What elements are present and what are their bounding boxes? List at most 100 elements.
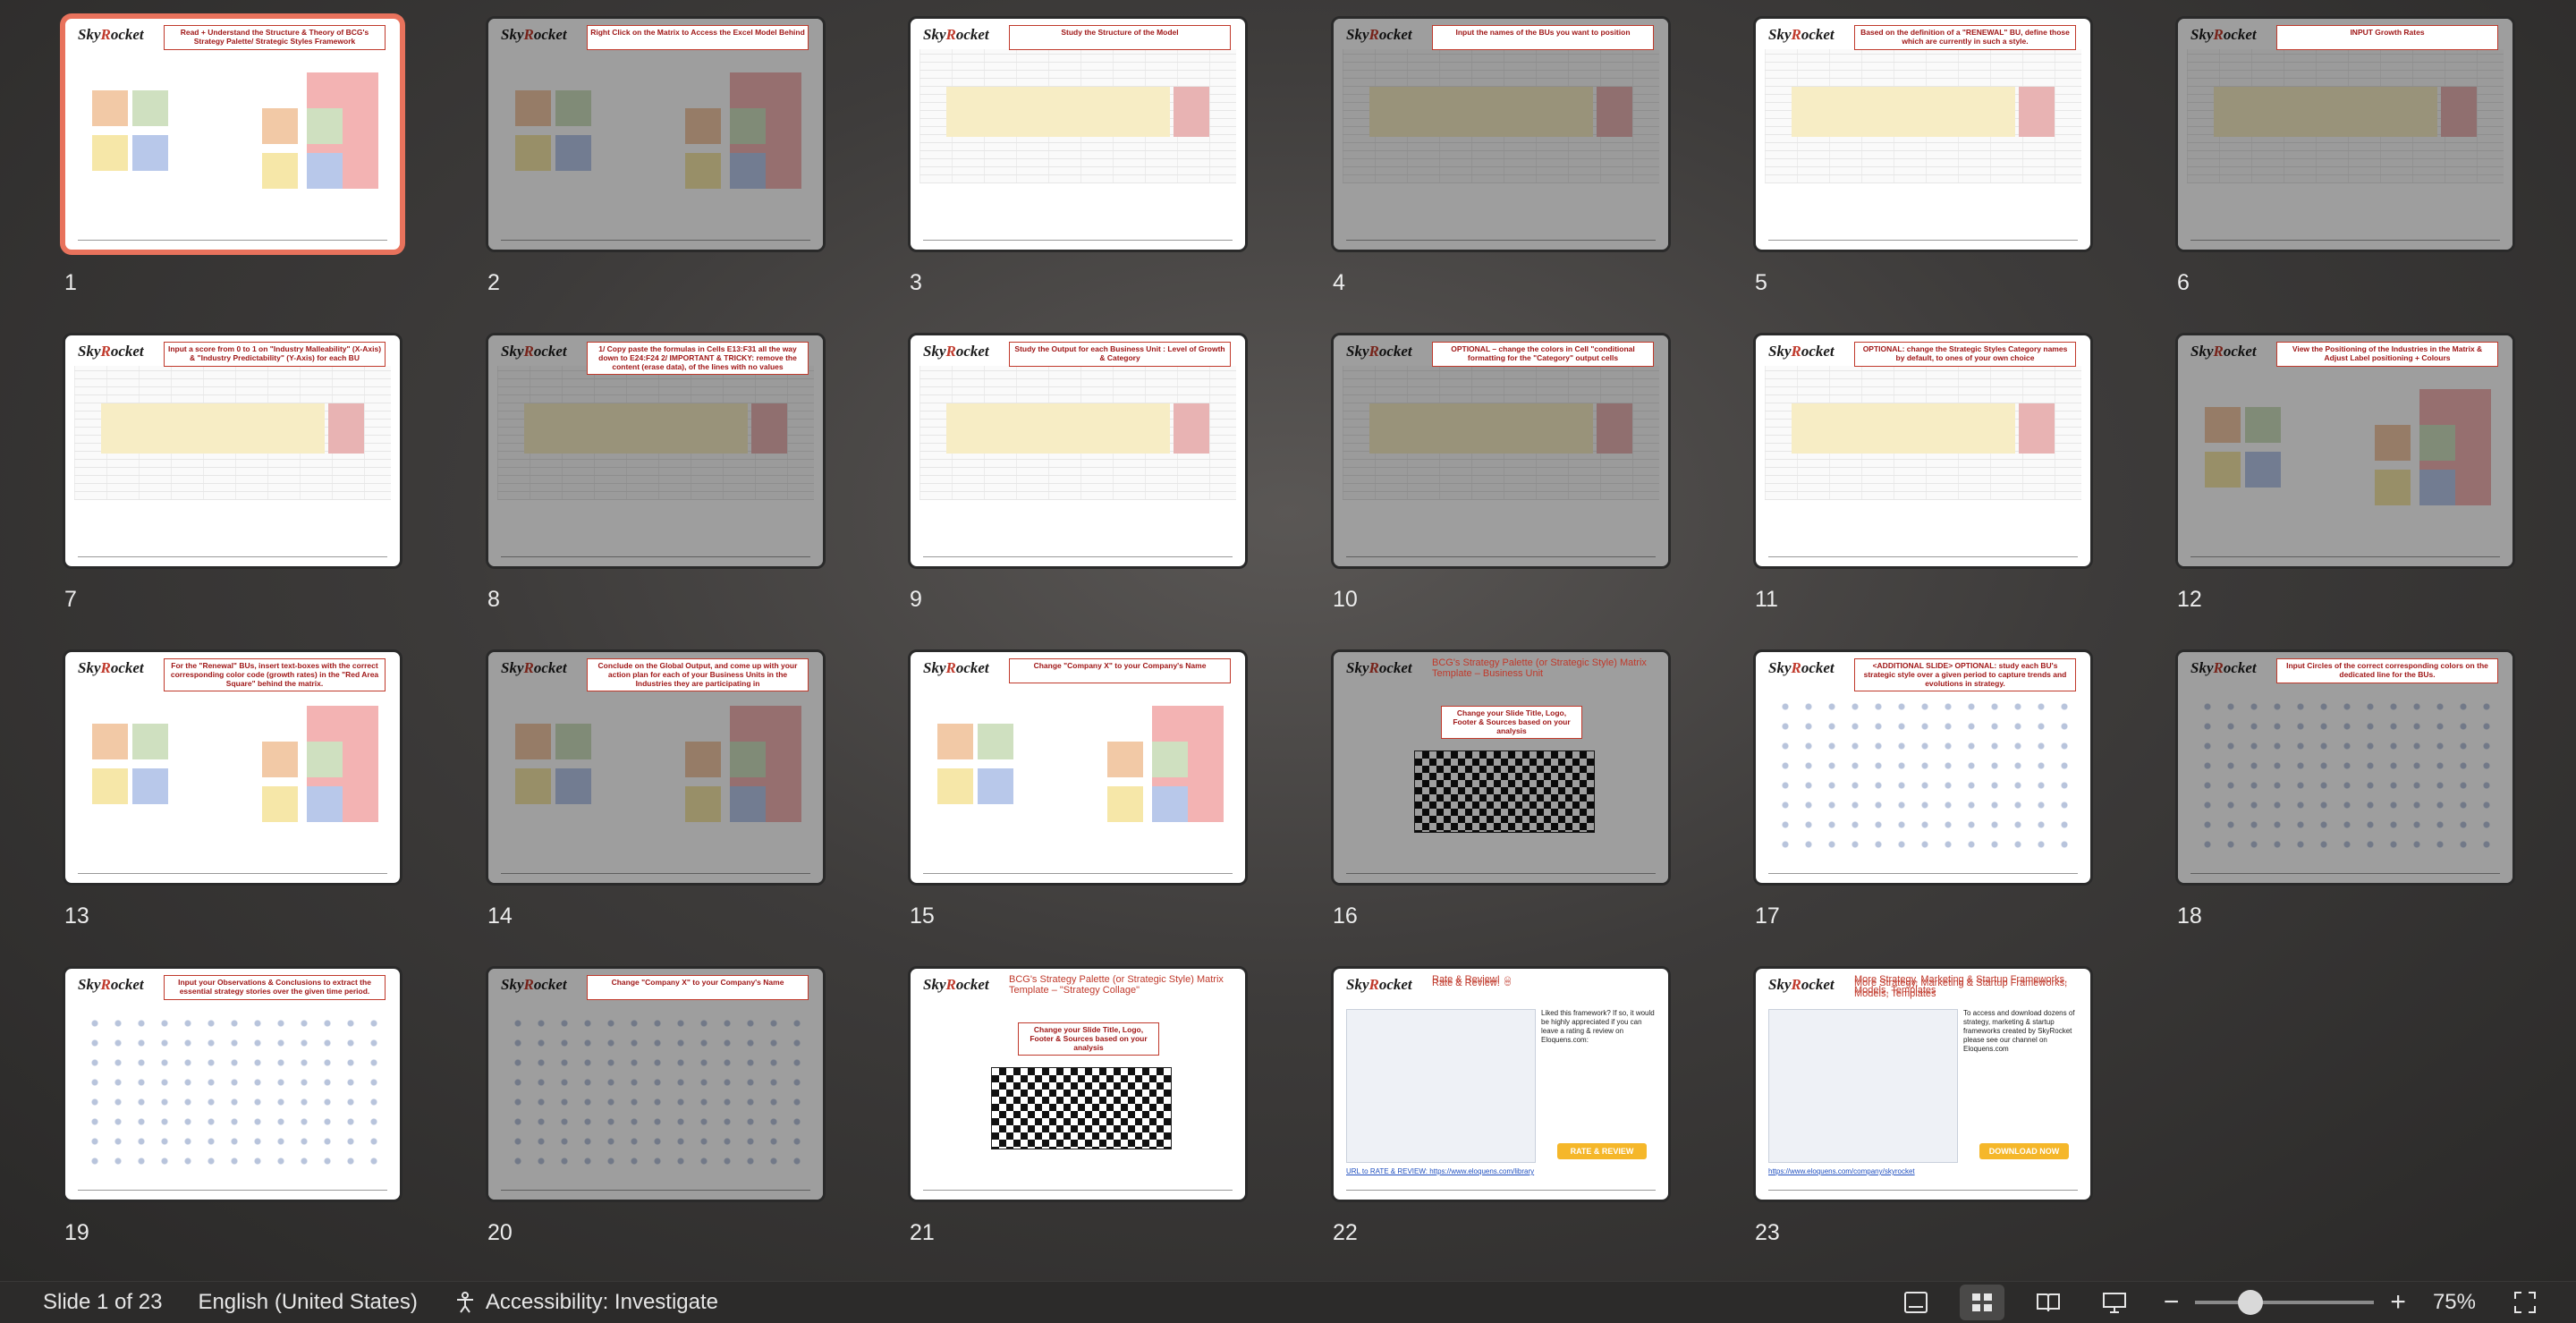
reading-view-button[interactable] [2026, 1285, 2071, 1320]
slide-thumbnail[interactable]: SkyRocket Conclude on the Global Output, … [486, 649, 826, 886]
slide-thumbnail[interactable]: SkyRocket Change "Company X" to your Comp… [908, 649, 1248, 886]
slide-link[interactable]: URL to RATE & REVIEW: https://www.eloque… [1346, 1167, 1561, 1175]
slide-thumbnail[interactable]: SkyRocket Study the Structure of the Mode… [908, 16, 1248, 252]
slide-thumbnail-tile[interactable]: SkyRocket BCG's Strategy Palette (or Stra… [908, 966, 1248, 1246]
slide-thumbnail[interactable]: SkyRocket Input the names of the BUs you … [1331, 16, 1671, 252]
slide-thumbnail-tile[interactable]: SkyRocket Right Click on the Matrix to Ac… [486, 16, 826, 296]
matrix-quadrant [937, 768, 973, 804]
output-column [1174, 403, 1209, 454]
slide-thumbnail-tile[interactable]: SkyRocket Rate & Review! ☺ Rate & Review! … [1331, 966, 1671, 1246]
slide-thumbnail-tile[interactable]: SkyRocket <ADDITIONAL SLIDE> OPTIONAL: st… [1753, 649, 2093, 929]
matrix-quadrant [2419, 425, 2455, 461]
slide-thumbnail[interactable]: SkyRocket Rate & Review! ☺ Rate & Review! … [1331, 966, 1671, 1202]
slide-thumbnail-tile[interactable]: SkyRocket Study the Structure of the Mode… [908, 16, 1248, 296]
cta-button[interactable]: DOWNLOAD NOW [1979, 1143, 2069, 1159]
slide-thumbnail[interactable]: SkyRocket BCG's Strategy Palette (or Stra… [1331, 649, 1671, 886]
slide-thumbnail-tile[interactable]: SkyRocket More Strategy, Marketing & Star… [1753, 966, 2093, 1246]
slide-number: 10 [1333, 587, 1358, 612]
slide-thumbnail-tile[interactable]: SkyRocket OPTIONAL: change the Strategic … [1753, 333, 2093, 613]
slide-thumbnail[interactable]: SkyRocket <ADDITIONAL SLIDE> OPTIONAL: st… [1753, 649, 2093, 886]
matrix-quadrant [2419, 470, 2455, 505]
notes-view-button[interactable] [1894, 1285, 1938, 1320]
slide-show-button[interactable] [2092, 1285, 2137, 1320]
matrix-quadrant [685, 108, 721, 144]
slide-thumbnail[interactable]: SkyRocket For the "Renewal" BUs, insert t… [63, 649, 402, 886]
slide-thumbnail-tile[interactable]: SkyRocket Change "Company X" to your Comp… [908, 649, 1248, 929]
matrix-quadrant [92, 724, 128, 759]
slide-thumbnail-tile[interactable]: SkyRocket Change "Company X" to your Comp… [486, 966, 826, 1246]
slide-thumbnail-tile[interactable]: SkyRocket Input the names of the BUs you … [1331, 16, 1671, 296]
instruction-callout: Based on the definition of a "RENEWAL" B… [1854, 25, 2076, 50]
slide-thumbnail-tile[interactable]: SkyRocket Input Circles of the correct co… [2175, 649, 2515, 929]
slide-thumbnail[interactable]: SkyRocket BCG's Strategy Palette (or Stra… [908, 966, 1248, 1202]
slide-thumbnail[interactable]: SkyRocket Input a score from 0 to 1 on "I… [63, 333, 402, 569]
language-indicator[interactable]: English (United States) [198, 1290, 417, 1315]
slide-indicator[interactable]: Slide 1 of 23 [43, 1290, 162, 1315]
slide-thumbnail[interactable]: SkyRocket Input Circles of the correct co… [2175, 649, 2515, 886]
matrix-quadrant [2375, 470, 2411, 505]
excel-sheet-preview [1765, 49, 2081, 183]
zoom-in-button[interactable]: + [2390, 1287, 2406, 1318]
slide-thumbnail[interactable]: SkyRocket More Strategy, Marketing & Star… [1753, 966, 2093, 1202]
instruction-callout: Input the names of the BUs you want to p… [1432, 25, 1654, 50]
slide-thumbnail[interactable]: SkyRocket OPTIONAL – change the colors in… [1331, 333, 1671, 569]
slide-thumbnail[interactable]: SkyRocket Based on the definition of a "R… [1753, 16, 2093, 252]
output-column [1597, 87, 1632, 137]
output-column [328, 403, 364, 454]
matrix-quadrant [555, 135, 591, 171]
accessibility-indicator[interactable]: Accessibility: Investigate [453, 1290, 718, 1315]
zoom-percentage[interactable]: 75% [2433, 1290, 2476, 1315]
skyrocket-logo: SkyRocket [1768, 343, 1835, 360]
slide-footer-line [78, 240, 387, 241]
slide-number: 1 [64, 270, 77, 295]
skyrocket-logo: SkyRocket [2190, 659, 2257, 676]
strategy-palette-matrix [506, 72, 640, 207]
positions-matrix [244, 72, 387, 207]
slide-footer-line [2190, 240, 2500, 241]
slide-thumbnail[interactable]: SkyRocket OPTIONAL: change the Strategic … [1753, 333, 2093, 569]
renewal-area [730, 72, 801, 189]
highlighted-rows [2214, 87, 2437, 137]
slide-footer-line [923, 240, 1233, 241]
slide-footer-line [78, 556, 387, 557]
zoom-slider-thumb[interactable] [2238, 1290, 2264, 1315]
slide-thumbnail[interactable]: SkyRocket Change "Company X" to your Comp… [486, 966, 826, 1202]
fit-to-window-icon[interactable] [2512, 1289, 2538, 1316]
slide-thumbnail[interactable]: SkyRocket Read + Understand the Structure… [63, 16, 402, 252]
slide-thumbnail-tile[interactable]: SkyRocket INPUT Growth Rates 6 [2175, 16, 2515, 296]
slide-thumbnail[interactable]: SkyRocket 1/ Copy paste the formulas in C… [486, 333, 826, 569]
slide-sorter-view-button[interactable] [1959, 1285, 2004, 1320]
slide-footer-line [1768, 1190, 2078, 1191]
excel-sheet-preview [919, 366, 1236, 500]
slide-thumbnail-tile[interactable]: SkyRocket BCG's Strategy Palette (or Stra… [1331, 649, 1671, 929]
instruction-callout: <ADDITIONAL SLIDE> OPTIONAL: study each … [1854, 658, 2076, 691]
grid-icon [1971, 1293, 1992, 1311]
zoom-slider[interactable] [2195, 1290, 2375, 1315]
matrix-quadrant [515, 768, 551, 804]
slide-thumbnail-tile[interactable]: SkyRocket 1/ Copy paste the formulas in C… [486, 333, 826, 613]
slide-thumbnail-tile[interactable]: SkyRocket Based on the definition of a "R… [1753, 16, 2093, 296]
zoom-out-button[interactable]: − [2164, 1287, 2180, 1318]
slide-body-text: To access and download dozens of strateg… [1963, 1009, 2075, 1053]
matrix-quadrant [307, 742, 343, 777]
cta-button[interactable]: RATE & REVIEW [1557, 1143, 1647, 1159]
positions-matrix [1089, 706, 1233, 840]
slide-thumbnail-tile[interactable]: SkyRocket Conclude on the Global Output, … [486, 649, 826, 929]
slide-number: 4 [1333, 270, 1345, 295]
slide-thumbnail[interactable]: SkyRocket View the Positioning of the Ind… [2175, 333, 2515, 569]
slide-number: 18 [2177, 903, 2202, 929]
slide-link[interactable]: https://www.eloquens.com/company/skyrock… [1768, 1167, 1983, 1175]
slide-thumbnail-tile[interactable]: SkyRocket View the Positioning of the Ind… [2175, 333, 2515, 613]
slide-thumbnail-tile[interactable]: SkyRocket Study the Output for each Busin… [908, 333, 1248, 613]
slide-thumbnail-tile[interactable]: SkyRocket Input your Observations & Concl… [63, 966, 402, 1246]
slide-thumbnail-tile[interactable]: SkyRocket OPTIONAL – change the colors in… [1331, 333, 1671, 613]
slide-number: 5 [1755, 270, 1767, 295]
slide-thumbnail-tile[interactable]: SkyRocket For the "Renewal" BUs, insert t… [63, 649, 402, 929]
slide-thumbnail[interactable]: SkyRocket Study the Output for each Busin… [908, 333, 1248, 569]
slide-thumbnail-tile[interactable]: SkyRocket Read + Understand the Structure… [63, 16, 402, 296]
slide-footer-line [78, 1190, 387, 1191]
slide-thumbnail[interactable]: SkyRocket Right Click on the Matrix to Ac… [486, 16, 826, 252]
slide-thumbnail[interactable]: SkyRocket INPUT Growth Rates [2175, 16, 2515, 252]
slide-thumbnail-tile[interactable]: SkyRocket Input a score from 0 to 1 on "I… [63, 333, 402, 613]
slide-thumbnail[interactable]: SkyRocket Input your Observations & Concl… [63, 966, 402, 1202]
